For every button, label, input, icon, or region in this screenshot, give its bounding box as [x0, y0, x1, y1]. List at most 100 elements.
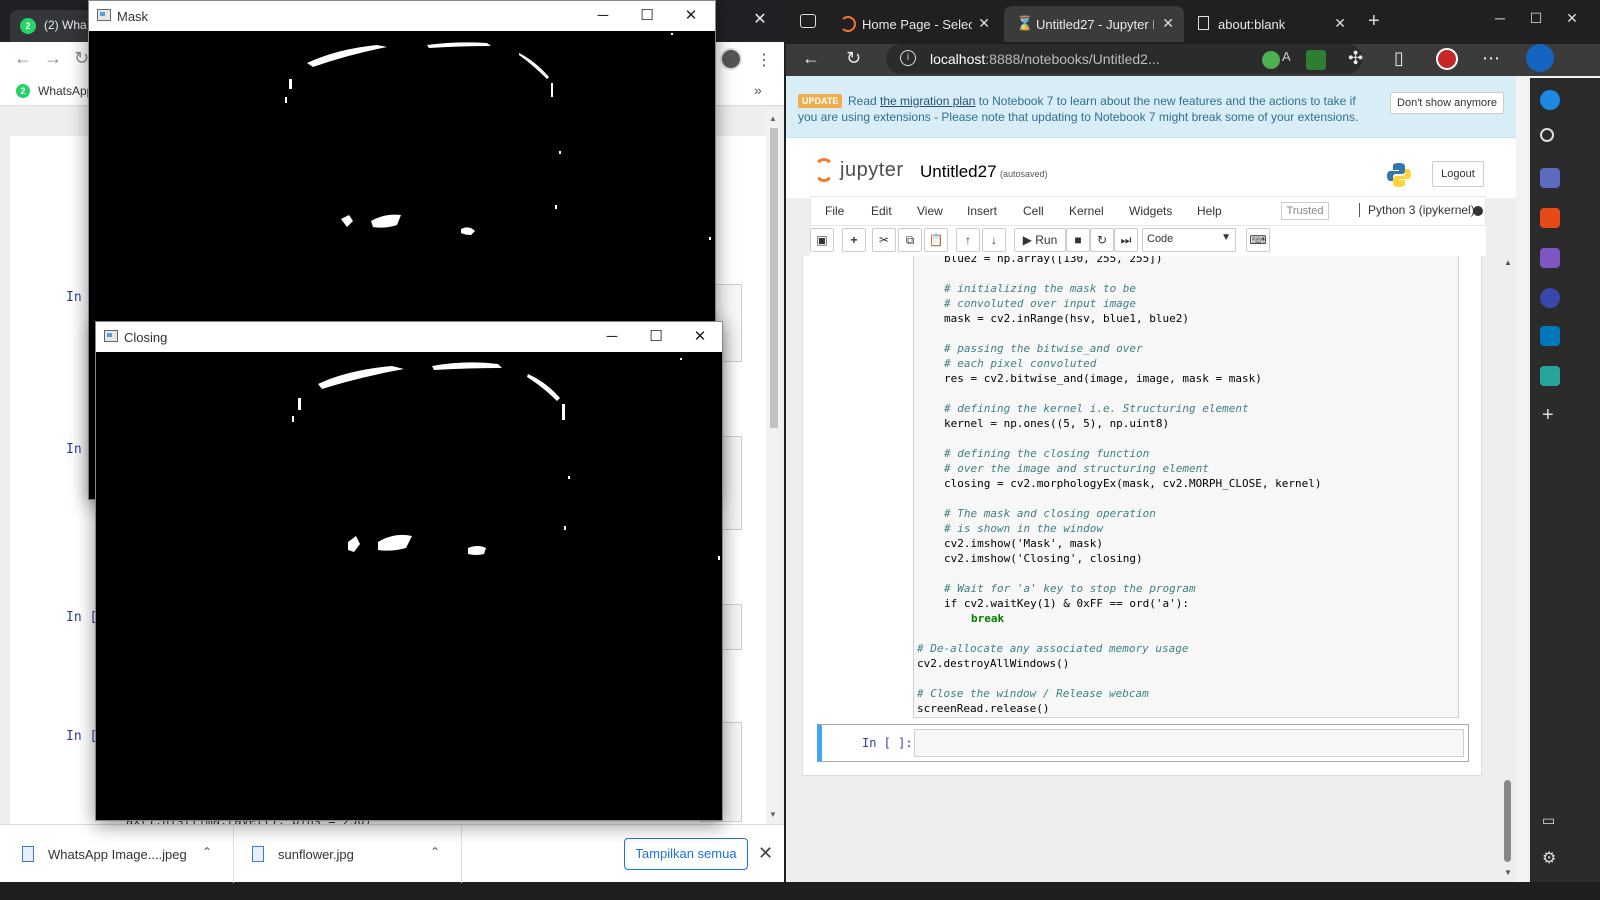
notebook-name[interactable]: Untitled27 [920, 162, 997, 182]
games-icon[interactable] [1540, 248, 1560, 268]
menu-edit[interactable]: Edit [871, 204, 892, 218]
menu-icon[interactable]: ⋮ [756, 50, 772, 70]
minimize-icon[interactable]: ─ [1482, 10, 1518, 26]
menu-cell[interactable]: Cell [1023, 204, 1044, 218]
trusted-indicator[interactable]: Trusted [1281, 202, 1329, 220]
close-icon[interactable]: ✕ [1334, 15, 1346, 32]
scroll-thumb[interactable] [1504, 780, 1511, 862]
outlook-icon[interactable] [1540, 326, 1560, 346]
stop-icon[interactable]: ■ [1066, 228, 1090, 252]
maximize-icon[interactable]: ☐ [634, 322, 678, 352]
sidebar-toggle-icon[interactable]: ▭ [1542, 812, 1555, 829]
refresh-icon[interactable]: ↻ [846, 48, 861, 69]
code-cell-input[interactable]: blue2 = np.array([130, 255, 255]) # initi… [913, 256, 1459, 718]
download-item[interactable]: WhatsApp Image....jpeg ⌃ [0, 825, 234, 883]
show-all-downloads-button[interactable]: Tampilkan semua [624, 838, 748, 870]
code-comment-line: # Wait for 'a' key to stop the program [944, 582, 1196, 595]
menu-widgets[interactable]: Widgets [1129, 204, 1172, 218]
maximize-icon[interactable]: ☐ [1518, 10, 1554, 27]
close-icon[interactable]: ✕ [1162, 15, 1174, 32]
paste-icon[interactable]: 📋 [924, 228, 948, 252]
cut-icon[interactable]: ✂ [872, 228, 896, 252]
shopping-icon[interactable] [1540, 168, 1560, 188]
extension-icon[interactable] [1262, 51, 1280, 69]
chevron-up-icon[interactable]: ⌃ [202, 845, 212, 859]
save-icon[interactable]: ▣ [810, 228, 834, 252]
back-icon[interactable]: ← [802, 48, 820, 69]
bell-icon[interactable] [1540, 90, 1560, 110]
logout-button[interactable]: Logout [1432, 161, 1484, 187]
jupyter-icon [840, 16, 856, 32]
restart-icon[interactable]: ↻ [1090, 228, 1114, 252]
run-button[interactable]: ▶ Run [1014, 228, 1066, 252]
download-item[interactable]: sunflower.jpg ⌃ [234, 825, 462, 883]
chevron-up-icon[interactable]: ⌃ [430, 845, 440, 859]
bookmark-whatsapp[interactable]: 2 WhatsApp [16, 84, 93, 98]
menu-kernel[interactable]: Kernel [1069, 204, 1104, 218]
dont-show-button[interactable]: Don't show anymore [1390, 92, 1504, 114]
menu-view[interactable]: View [917, 204, 943, 218]
menu-file[interactable]: File [825, 204, 844, 218]
cell-editor[interactable] [914, 729, 1464, 757]
search-icon[interactable] [1540, 128, 1554, 142]
split-screen-icon[interactable]: ▯ [1394, 48, 1404, 69]
move-down-icon[interactable]: ↓ [982, 228, 1006, 252]
scroll-down-icon[interactable]: ▼ [1504, 868, 1512, 877]
active-code-cell[interactable]: In [ ]: [817, 724, 1469, 762]
minimize-icon[interactable]: ─ [590, 322, 634, 352]
download-name: sunflower.jpg [278, 847, 354, 862]
menu-help[interactable]: Help [1197, 204, 1222, 218]
cell-type-select[interactable]: Code ▼ [1142, 228, 1236, 252]
page-scrollbar[interactable]: ▲ ▼ [1502, 256, 1514, 882]
copy-icon[interactable]: ⧉ [898, 228, 922, 252]
left-window-close-button[interactable]: ✕ [740, 4, 780, 36]
closing-titlebar[interactable]: Closing ─ ☐ ✕ [96, 322, 722, 352]
close-icon[interactable]: ✕ [678, 322, 722, 352]
menu-insert[interactable]: Insert [967, 204, 997, 218]
minimize-icon[interactable]: ─ [581, 1, 625, 31]
scroll-up-icon[interactable]: ▲ [769, 114, 777, 123]
forward-icon[interactable]: → [44, 48, 62, 69]
settings-icon[interactable]: ⚙ [1542, 848, 1556, 868]
scroll-down-icon[interactable]: ▼ [769, 810, 777, 819]
left-scrollbar[interactable]: ▲ ▼ [766, 110, 782, 824]
close-icon[interactable]: ✕ [1554, 10, 1590, 27]
drop-icon[interactable] [1540, 366, 1560, 386]
add-icon[interactable]: + [1542, 404, 1554, 427]
maximize-icon[interactable]: ☐ [625, 1, 669, 31]
read-aloud-icon[interactable]: A [1282, 49, 1291, 64]
bing-icon[interactable] [1526, 44, 1554, 72]
mask-titlebar[interactable]: Mask ─ ☐ ✕ [89, 1, 715, 31]
profile-avatar[interactable] [720, 48, 742, 70]
scroll-thumb[interactable] [770, 128, 778, 428]
profile-avatar[interactable] [1436, 48, 1458, 70]
move-up-icon[interactable]: ↑ [956, 228, 980, 252]
info-icon[interactable]: i [900, 50, 916, 66]
close-downloads-icon[interactable]: ✕ [758, 843, 773, 864]
close-icon[interactable]: ✕ [669, 1, 713, 31]
extensions-icon[interactable]: ✣ [1348, 48, 1363, 69]
blob [348, 536, 360, 552]
migration-plan-link[interactable]: the migration plan [880, 94, 975, 108]
tab-untitled27[interactable]: ⌛ Untitled27 - Jupyter N ✕ [1004, 6, 1184, 42]
back-icon[interactable]: ← [14, 48, 32, 69]
extension-sc-icon[interactable] [1306, 50, 1326, 70]
tools-icon[interactable] [1540, 208, 1560, 228]
tab-about-blank[interactable]: about:blank ✕ [1186, 6, 1356, 42]
address-bar[interactable]: i localhost:8888/notebooks/Untitled2... … [886, 44, 1362, 74]
insert-cell-icon[interactable]: + [842, 228, 866, 252]
m365-icon[interactable] [1540, 288, 1560, 308]
tab-home-page[interactable]: Home Page - Select o ✕ [830, 6, 1000, 42]
fast-forward-icon[interactable]: ⏭ [1114, 228, 1138, 252]
blob [371, 214, 401, 228]
scroll-up-icon[interactable]: ▲ [1504, 258, 1512, 267]
close-icon[interactable]: ✕ [978, 15, 990, 32]
closing-window[interactable]: Closing ─ ☐ ✕ [95, 321, 723, 821]
new-tab-icon[interactable]: + [1368, 10, 1380, 33]
keyboard-icon[interactable]: ⌨ [1246, 228, 1270, 252]
kernel-name[interactable]: Python 3 (ipykernel) [1359, 203, 1475, 217]
more-bookmarks-icon[interactable]: » [754, 82, 762, 98]
reload-icon[interactable]: ↻ [74, 48, 89, 69]
more-icon[interactable]: ⋯ [1482, 48, 1500, 69]
tab-actions-icon[interactable] [800, 14, 816, 28]
